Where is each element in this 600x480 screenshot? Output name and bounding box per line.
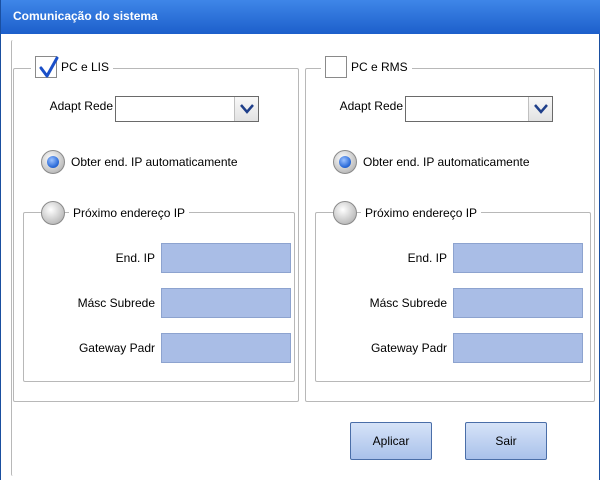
rms-gateway-field[interactable] (453, 333, 583, 363)
rms-radio-auto-label[interactable]: Obter end. IP automaticamente (363, 155, 530, 169)
rms-subnet-label: Másc Subrede (369, 296, 447, 310)
lis-radio-auto[interactable] (41, 150, 65, 174)
checkmark-icon (39, 56, 59, 78)
lis-checkbox-container[interactable]: PC e LIS (31, 56, 114, 78)
lis-checkbox-label: PC e LIS (61, 60, 110, 74)
lis-subnet-field[interactable] (161, 288, 291, 318)
lis-gateway-label: Gateway Padr (78, 341, 155, 355)
lis-adapter-dropdown-button[interactable] (234, 97, 258, 121)
rms-radio-next-label[interactable]: Próximo endereço IP (361, 206, 482, 220)
lis-adapter-label: Adapt Rede (49, 99, 113, 113)
lis-radio-next-label[interactable]: Próximo endereço IP (69, 206, 190, 220)
exit-button[interactable]: Sair (465, 422, 547, 460)
lis-radio-next[interactable] (41, 201, 65, 225)
rms-adapter-dropdown-button[interactable] (528, 97, 552, 121)
chevron-down-icon (239, 104, 254, 114)
lis-subnet-label: Másc Subrede (77, 296, 155, 310)
rms-gateway-label: Gateway Padr (370, 341, 447, 355)
rms-checkbox-label: PC e RMS (351, 60, 408, 74)
lis-ip-label: End. IP (115, 251, 155, 265)
chevron-down-icon (533, 104, 548, 114)
lis-checkbox[interactable] (35, 56, 59, 78)
lis-ip-field[interactable] (161, 243, 291, 273)
rms-checkbox[interactable] (325, 56, 347, 78)
rms-radio-next[interactable] (333, 201, 357, 225)
rms-ip-field[interactable] (453, 243, 583, 273)
rms-ip-label: End. IP (407, 251, 447, 265)
apply-button[interactable]: Aplicar (350, 422, 432, 460)
rms-adapter-select[interactable] (405, 96, 553, 122)
rms-adapter-label: Adapt Rede (339, 99, 403, 113)
system-communication-window: Comunicação do sistema PC e LIS Adapt Re… (0, 0, 600, 480)
lis-radio-auto-label[interactable]: Obter end. IP automaticamente (71, 155, 238, 169)
rms-subnet-field[interactable] (453, 288, 583, 318)
lis-adapter-select[interactable] (115, 96, 259, 122)
lis-gateway-field[interactable] (161, 333, 291, 363)
rms-radio-auto[interactable] (333, 150, 357, 174)
window-title: Comunicação do sistema (1, 0, 600, 34)
rms-checkbox-container[interactable]: PC e RMS (321, 56, 412, 78)
